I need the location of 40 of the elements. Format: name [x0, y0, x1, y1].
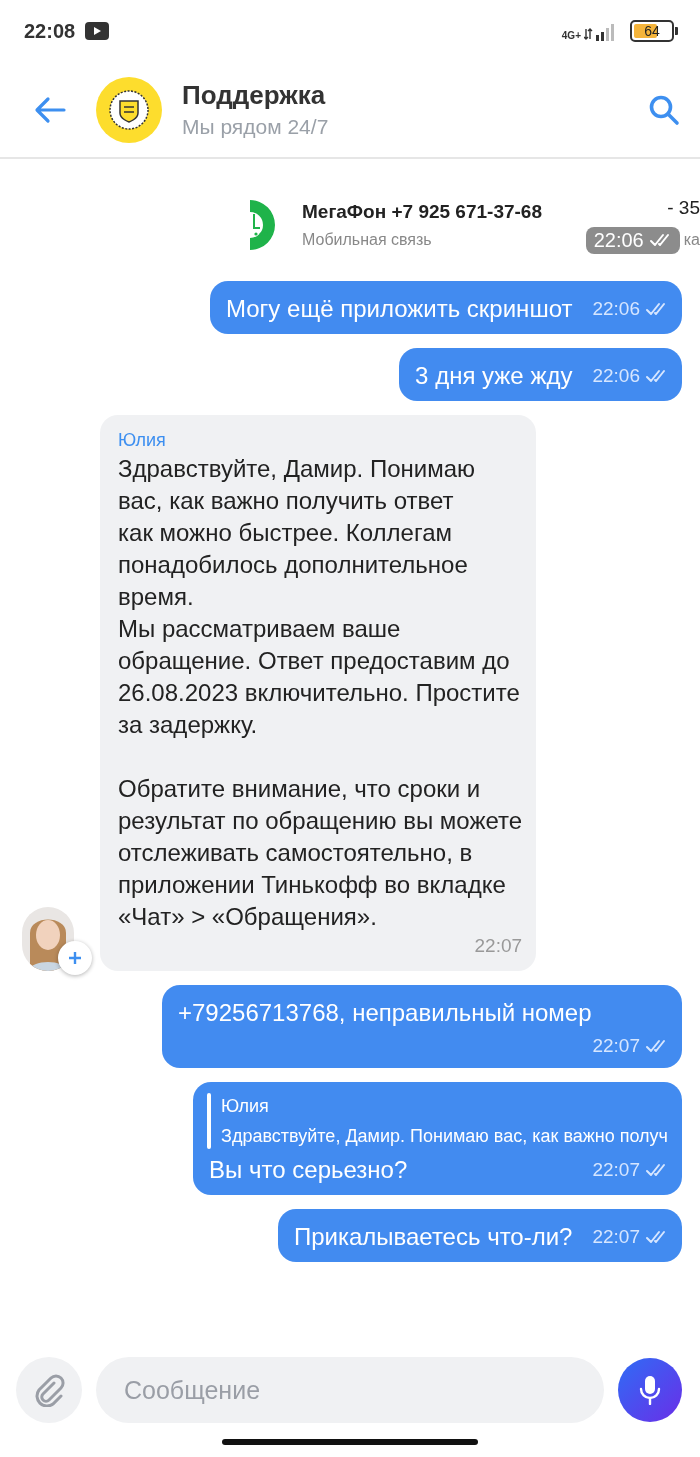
- bank-logo-icon: [96, 76, 162, 143]
- screenshot-image[interactable]: МегаФон +7 925 671-37-68 Мобильная связь - 35 22:06 ка: [250, 185, 700, 265]
- double-check-icon: [647, 233, 672, 247]
- message-text: Прикалываетесь что-ли?: [293, 1223, 573, 1250]
- message-text: Могу ещё приложить скриншот: [226, 295, 573, 322]
- chat-title: Поддержка: [182, 80, 327, 111]
- microphone-icon: [639, 1375, 661, 1405]
- message-time: 22:07: [592, 1034, 640, 1058]
- message-time: 22:07: [474, 934, 523, 958]
- plus-icon: [68, 951, 82, 965]
- payment-title: МегаФон +7 925 671-37-68: [302, 201, 543, 223]
- message-text: +79256713768, неправильный номер: [178, 999, 592, 1026]
- payment-account: ка: [683, 231, 700, 249]
- message-time: 22:06: [592, 297, 640, 321]
- message-text: Вы что серьезно?: [209, 1156, 408, 1183]
- search-icon[interactable]: [648, 93, 680, 126]
- double-check-icon: [644, 302, 668, 316]
- network-label: 4G+: [561, 31, 581, 41]
- video-icon: [85, 22, 110, 40]
- sender-name: Юлия: [118, 429, 167, 452]
- message-time: 22:06: [592, 364, 640, 388]
- double-check-icon: [644, 1163, 668, 1177]
- message-field[interactable]: Сообщение: [96, 1357, 604, 1423]
- status-time: 22:08: [24, 19, 76, 43]
- message-text: 3 дня уже жду: [415, 362, 573, 389]
- double-check-icon: [644, 1230, 668, 1244]
- back-icon[interactable]: [34, 95, 66, 124]
- quoted-text: Здравствуйте, Дамир. Понимаю вас, как важно получ: [221, 1125, 668, 1148]
- add-button[interactable]: [58, 941, 92, 975]
- chat-subtitle: Мы рядом 24/7: [182, 115, 329, 139]
- message-time: 22:07: [592, 1225, 640, 1249]
- paperclip-icon: [32, 1373, 66, 1407]
- double-check-icon: [644, 369, 668, 383]
- message-time: 22:07: [592, 1158, 640, 1182]
- message-time: 22:06: [593, 228, 644, 252]
- quoted-sender: Юлия: [221, 1095, 270, 1118]
- message-text: Здравствуйте, Дамир. Понимаю вас, как важно получить ответ как можно быстрее. Коллегам понадобилось дополнительное время. Мы рассматриваем ваше обращение. Ответ предоставим до 26.08.2023 включительно. Простите за задержку. Обратите внимание, что сроки и результат по обращению вы можете отслеживать самостоятельно, в приложении Тинькофф во вкладке «Чат» > «Обращения».: [118, 454, 523, 932]
- payment-amount: - 35: [667, 196, 700, 219]
- payment-category: Мобильная связь: [302, 231, 433, 249]
- double-check-icon: [644, 1039, 668, 1053]
